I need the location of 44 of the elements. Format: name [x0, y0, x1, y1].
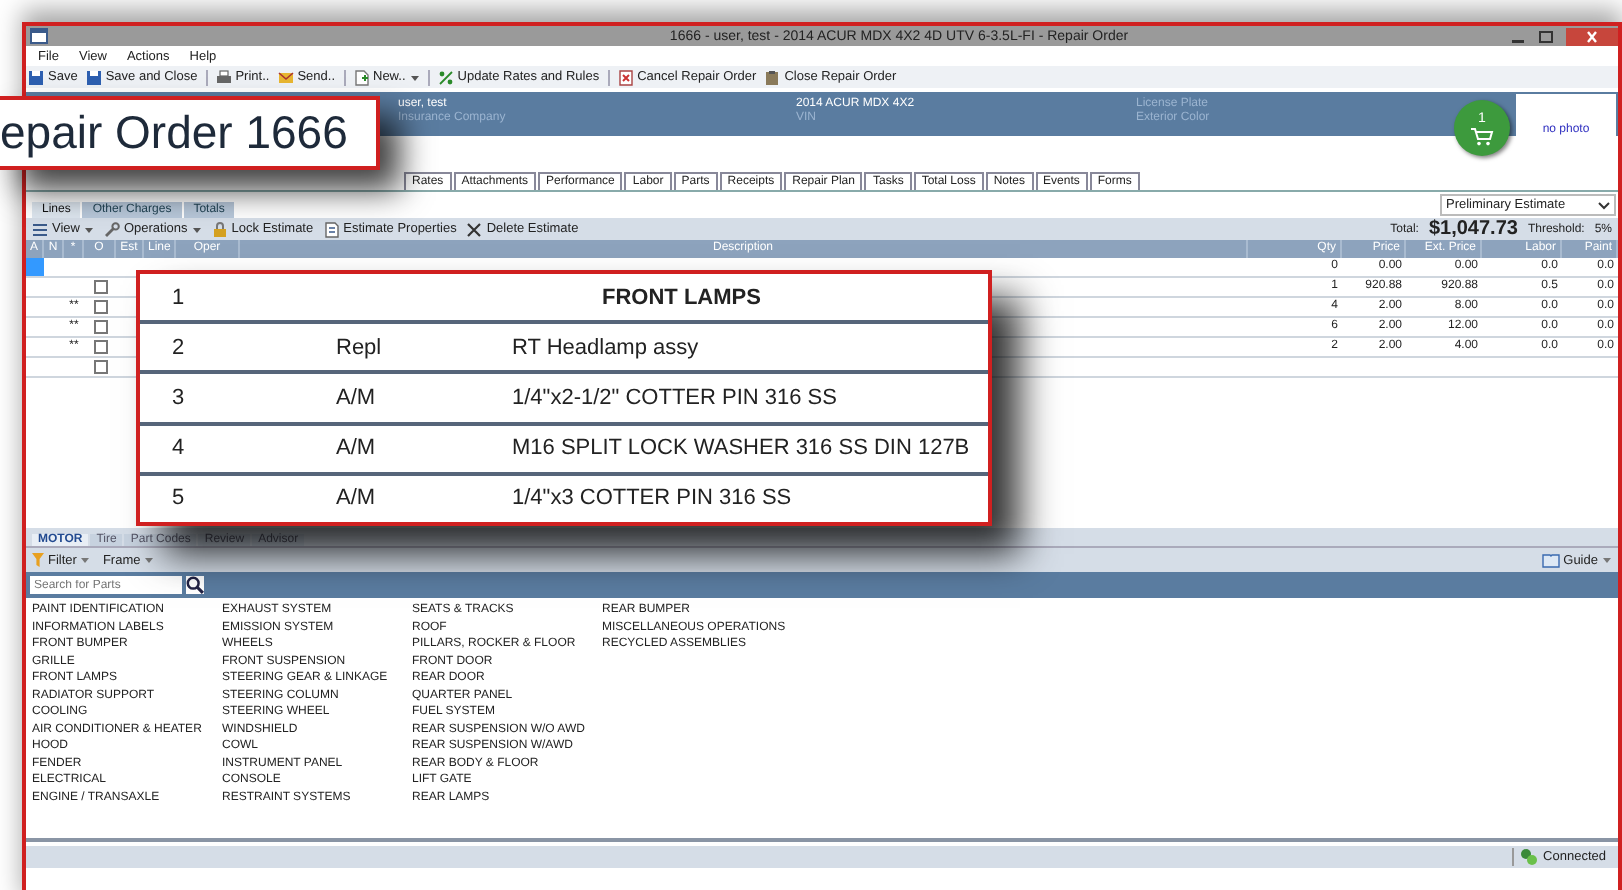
total-amount: $1,047.73 [1428, 218, 1518, 240]
percent-icon [437, 69, 454, 85]
checkbox[interactable] [93, 360, 107, 374]
window-icon [30, 28, 48, 44]
line-number: 2 [170, 335, 187, 360]
document-icon [353, 69, 369, 85]
line-description: M16 SPLIT LOCK WASHER 316 SS DIN 127B [512, 436, 970, 461]
line-description: 1/4"x2-1/2" COTTER PIN 316 SS [512, 386, 837, 410]
checkbox[interactable] [93, 300, 107, 314]
filter-icon [32, 552, 44, 568]
caret-icon [144, 556, 155, 564]
operation-code: Repl [336, 335, 382, 360]
cart-icon [1470, 127, 1494, 145]
line-description: RT Headlamp assy [512, 335, 699, 360]
line-number: 3 [170, 386, 187, 410]
line-number: 5 [170, 486, 187, 511]
chevron-icon [1598, 201, 1610, 209]
operation-code: A/M [336, 486, 376, 511]
line-number: 1 [170, 285, 187, 310]
caret-icon [1602, 556, 1612, 564]
repair-order-title: epair Order 1666 [0, 106, 348, 160]
caret-icon [80, 556, 91, 564]
clipboard-icon [764, 69, 781, 85]
book-icon [1541, 553, 1560, 567]
line-description: 1/4"x3 COTTER PIN 316 SS [512, 486, 792, 511]
network-icon [1519, 848, 1538, 866]
search-icon[interactable] [186, 576, 204, 594]
wrench-icon [103, 221, 120, 237]
list-icon [32, 221, 48, 237]
lock-icon [211, 221, 228, 237]
operation-code: A/M [336, 386, 376, 410]
envelope-icon [277, 69, 294, 85]
checkbox[interactable] [93, 320, 107, 334]
checkbox[interactable] [93, 280, 107, 294]
operation-code: A/M [336, 436, 376, 461]
document-icon [323, 221, 340, 237]
printer-icon [215, 69, 232, 85]
close-icon[interactable] [1566, 27, 1618, 45]
document-x-icon [617, 69, 634, 85]
checkbox[interactable] [93, 340, 107, 354]
close-icon [466, 221, 483, 237]
line-number: 4 [170, 436, 187, 461]
maximize-icon[interactable] [1538, 29, 1554, 43]
line-description: FRONT LAMPS [600, 285, 761, 310]
